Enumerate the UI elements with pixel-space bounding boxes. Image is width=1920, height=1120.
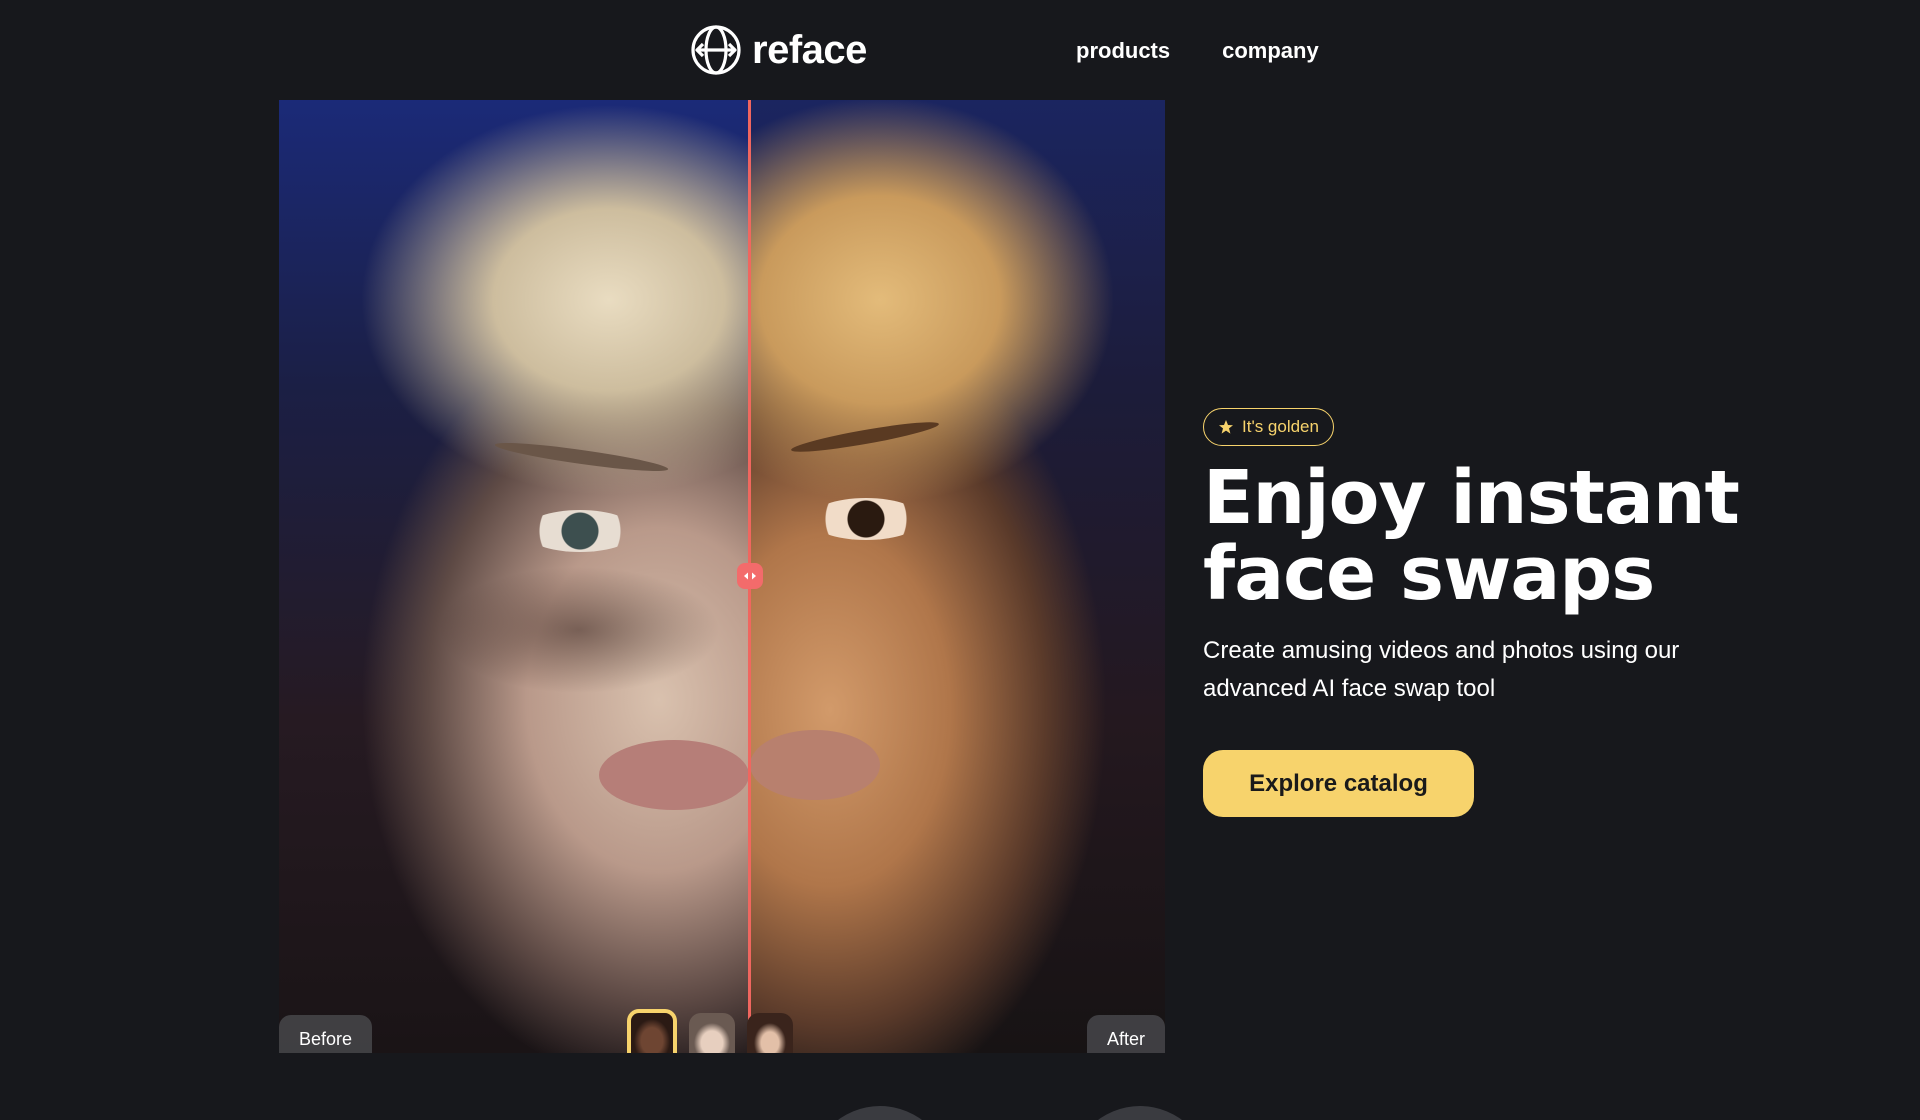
after-label: After [1086,1015,1165,1053]
page: reface products company Before After It'… [0,0,1920,1120]
next-section-preview-1 [810,1106,950,1120]
after-image [750,100,1165,1053]
before-after-comparison[interactable]: Before After [279,100,1165,1053]
hero-section: It's golden Enjoy instant face swaps Cre… [1203,408,1843,817]
after-eye [810,498,922,540]
golden-badge: It's golden [1203,408,1334,446]
site-header: reface products company [0,0,1920,100]
before-image [279,100,750,1053]
face-option-2[interactable] [689,1013,735,1053]
face-option-3[interactable] [747,1013,793,1053]
before-lips [599,740,749,810]
explore-catalog-button[interactable]: Explore catalog [1203,750,1474,817]
face-option-1[interactable] [627,1009,677,1053]
after-lips [750,730,880,800]
before-brow [493,437,670,477]
nav-products[interactable]: products [1076,38,1170,64]
star-icon [1219,420,1233,434]
headline-line-2: face swaps [1203,531,1655,617]
next-section-preview-2 [1070,1106,1210,1120]
left-right-arrows-icon [744,572,756,580]
hero-headline: Enjoy instant face swaps [1203,460,1843,612]
face-selector [627,1009,793,1053]
headline-line-1: Enjoy instant [1203,455,1740,541]
before-eye [524,510,636,552]
brand-logo[interactable]: reface [690,24,867,76]
before-label: Before [279,1015,373,1053]
nav-company[interactable]: company [1222,38,1319,64]
after-brow [789,417,941,457]
main-nav: products company [1076,38,1319,64]
hero-subtitle: Create amusing videos and photos using o… [1203,637,1680,702]
badge-text: It's golden [1242,417,1319,436]
brand-name: reface [752,28,867,72]
divider-handle[interactable] [737,563,763,589]
globe-arrows-icon [691,25,741,75]
